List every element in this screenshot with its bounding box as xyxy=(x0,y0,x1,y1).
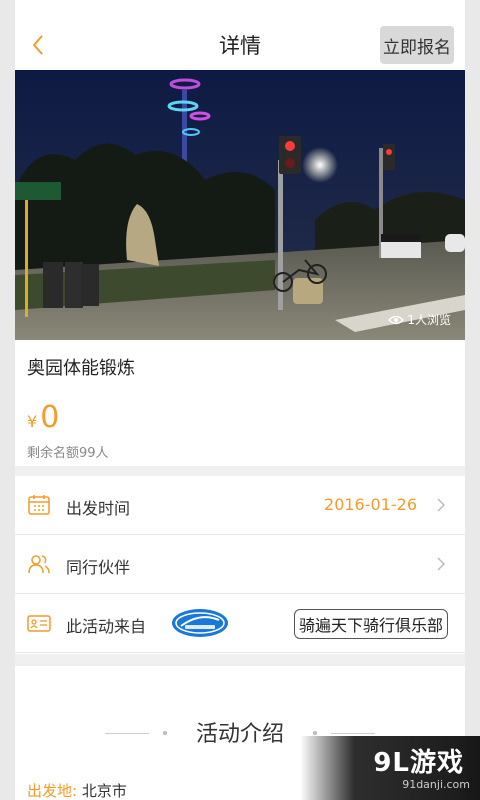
night-street-scene xyxy=(15,70,465,340)
depart-location: 出发地: 北京市 xyxy=(27,780,127,800)
event-price: ¥ 0 xyxy=(27,400,59,435)
companions-row[interactable]: 同行伙伴 xyxy=(15,535,465,594)
chevron-right-icon xyxy=(437,498,445,512)
price-value: 0 xyxy=(40,400,60,435)
event-detail-page: 详情 立即报名 1人浏览 奥园体能锻炼 ¥ 0 剩余名额99人 出发时间 201… xyxy=(15,0,465,800)
depart-location-value: 北京市 xyxy=(81,782,127,800)
section-divider xyxy=(15,654,465,666)
depart-time-label: 出发时间 xyxy=(66,499,131,518)
divider-line xyxy=(331,733,375,734)
depart-time-value: 2016-01-26 xyxy=(324,495,417,514)
chevron-right-icon xyxy=(437,557,445,571)
watermark-logo-text: 9L游戏 xyxy=(373,748,464,778)
id-card-icon xyxy=(27,615,51,632)
remaining-spots: 剩余名额99人 xyxy=(27,446,109,461)
divider-dot xyxy=(313,731,317,735)
currency-symbol: ¥ xyxy=(27,412,38,431)
source-label: 此活动来自 xyxy=(66,617,147,636)
watermark-url: 91danji.com xyxy=(402,778,470,791)
calendar-icon xyxy=(28,495,50,515)
event-name: 奥园体能锻炼 xyxy=(27,358,135,379)
view-count: 1人浏览 xyxy=(388,311,451,328)
site-watermark: 9L游戏 91danji.com xyxy=(300,736,480,800)
nav-header: 详情 立即报名 xyxy=(15,0,465,70)
depart-location-key: 出发地: xyxy=(27,782,78,800)
section-divider xyxy=(15,466,465,476)
event-photo: 1人浏览 xyxy=(15,70,465,340)
view-count-text: 1人浏览 xyxy=(407,313,451,327)
eye-icon xyxy=(388,315,405,324)
club-name-link[interactable]: 骑遍天下骑行俱乐部 xyxy=(293,609,448,639)
people-icon xyxy=(28,555,50,574)
source-club-row: 此活动来自 骑遍天下骑行俱乐部 xyxy=(15,594,465,653)
club-logo-icon[interactable] xyxy=(171,608,229,638)
companions-label: 同行伙伴 xyxy=(66,558,131,577)
signup-button[interactable]: 立即报名 xyxy=(380,26,454,64)
depart-time-row[interactable]: 出发时间 2016-01-26 xyxy=(15,476,465,535)
